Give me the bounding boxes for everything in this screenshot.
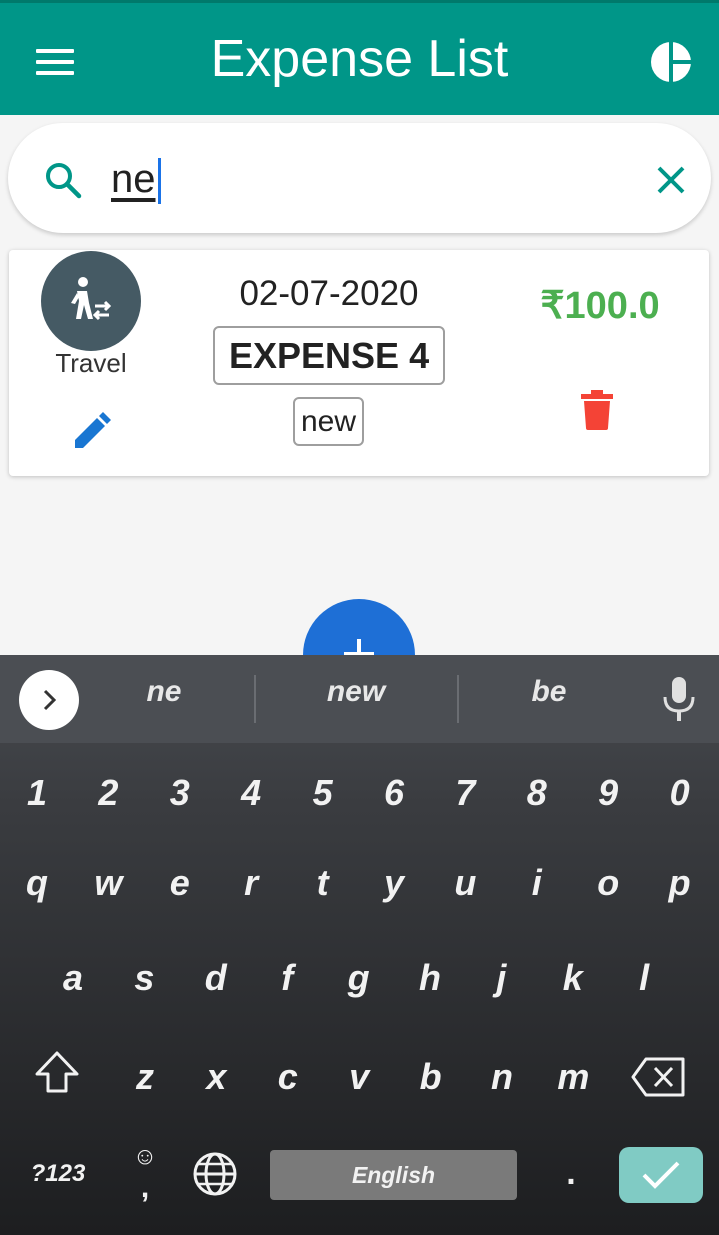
key-h[interactable]: h xyxy=(398,943,462,1013)
on-screen-keyboard: ne new be 1234567890 qwertyuiop asdfghjkl z… xyxy=(0,655,719,1235)
search-input-value: ne xyxy=(111,157,156,201)
shift-icon xyxy=(35,1051,79,1093)
suggestion-3[interactable]: be xyxy=(459,675,639,709)
key-a[interactable]: a xyxy=(41,943,105,1013)
emoji-comma-key[interactable]: ☺ , xyxy=(120,1140,170,1206)
key-g[interactable]: g xyxy=(327,943,391,1013)
key-x[interactable]: x xyxy=(184,1042,248,1112)
key-c[interactable]: c xyxy=(256,1042,320,1112)
key-o[interactable]: o xyxy=(576,848,640,918)
category-label: Travel xyxy=(55,348,127,378)
search-bar: ne xyxy=(8,123,711,233)
category-avatar xyxy=(41,251,141,351)
key-t[interactable]: t xyxy=(291,848,355,918)
key-b[interactable]: b xyxy=(399,1042,463,1112)
done-key[interactable] xyxy=(619,1147,703,1203)
microphone-icon[interactable] xyxy=(661,677,697,721)
key-1[interactable]: 1 xyxy=(5,758,69,828)
key-k[interactable]: k xyxy=(541,943,605,1013)
text-caret xyxy=(157,158,161,205)
key-q[interactable]: q xyxy=(5,848,69,918)
key-y[interactable]: y xyxy=(362,848,426,918)
key-s[interactable]: s xyxy=(112,943,176,1013)
chevron-right-icon xyxy=(43,689,57,711)
shift-key[interactable] xyxy=(26,1037,86,1107)
key-z[interactable]: z xyxy=(113,1042,177,1112)
backspace-icon xyxy=(631,1057,685,1097)
backspace-key[interactable] xyxy=(630,1050,690,1106)
expense-amount: ₹100.0 xyxy=(540,285,660,327)
clear-search-icon[interactable] xyxy=(654,163,688,197)
key-4[interactable]: 4 xyxy=(219,758,283,828)
key-w[interactable]: w xyxy=(76,848,140,918)
suggestion-1[interactable]: ne xyxy=(74,675,254,709)
key-f[interactable]: f xyxy=(255,943,319,1013)
key-d[interactable]: d xyxy=(184,943,248,1013)
app-bar: Expense List xyxy=(0,0,719,115)
key-i[interactable]: i xyxy=(505,848,569,918)
checkmark-icon xyxy=(642,1161,680,1189)
expense-date: 02-07-2020 xyxy=(239,274,419,313)
page-title: Expense List xyxy=(210,30,509,88)
key-r[interactable]: r xyxy=(219,848,283,918)
key-m[interactable]: m xyxy=(541,1042,605,1112)
expense-card[interactable]: Travel 02-07-2020 EXPENSE 4 new ₹100.0 xyxy=(9,250,709,476)
key-7[interactable]: 7 xyxy=(433,758,497,828)
pie-chart-icon[interactable] xyxy=(650,41,692,83)
expense-tag: new xyxy=(293,397,365,446)
search-icon xyxy=(44,161,82,199)
suggestion-divider xyxy=(254,675,256,723)
key-6[interactable]: 6 xyxy=(362,758,426,828)
key-2[interactable]: 2 xyxy=(76,758,140,828)
key-v[interactable]: v xyxy=(327,1042,391,1112)
symbols-key[interactable]: ?123 xyxy=(18,1152,98,1196)
edit-icon[interactable] xyxy=(71,410,111,450)
key-3[interactable]: 3 xyxy=(148,758,212,828)
language-key[interactable] xyxy=(192,1151,240,1199)
key-u[interactable]: u xyxy=(433,848,497,918)
suggestion-2[interactable]: new xyxy=(266,675,446,709)
key-n[interactable]: n xyxy=(470,1042,534,1112)
key-p[interactable]: p xyxy=(648,848,712,918)
key-l[interactable]: l xyxy=(612,943,676,1013)
key-j[interactable]: j xyxy=(469,943,533,1013)
expand-suggestions-button[interactable] xyxy=(19,670,79,730)
comma-label: , xyxy=(140,1171,150,1204)
space-key[interactable]: English xyxy=(270,1150,517,1200)
suggestion-bar: ne new be xyxy=(0,655,719,743)
period-key[interactable]: . xyxy=(548,1151,594,1201)
emoji-icon: ☺ xyxy=(132,1143,158,1170)
key-8[interactable]: 8 xyxy=(505,758,569,828)
key-5[interactable]: 5 xyxy=(291,758,355,828)
globe-icon xyxy=(193,1152,237,1196)
travel-icon xyxy=(71,277,112,321)
key-0[interactable]: 0 xyxy=(648,758,712,828)
key-9[interactable]: 9 xyxy=(576,758,640,828)
key-e[interactable]: e xyxy=(148,848,212,918)
delete-icon[interactable] xyxy=(579,390,615,430)
search-input[interactable]: ne xyxy=(111,151,611,207)
expense-name: EXPENSE 4 xyxy=(213,326,446,385)
